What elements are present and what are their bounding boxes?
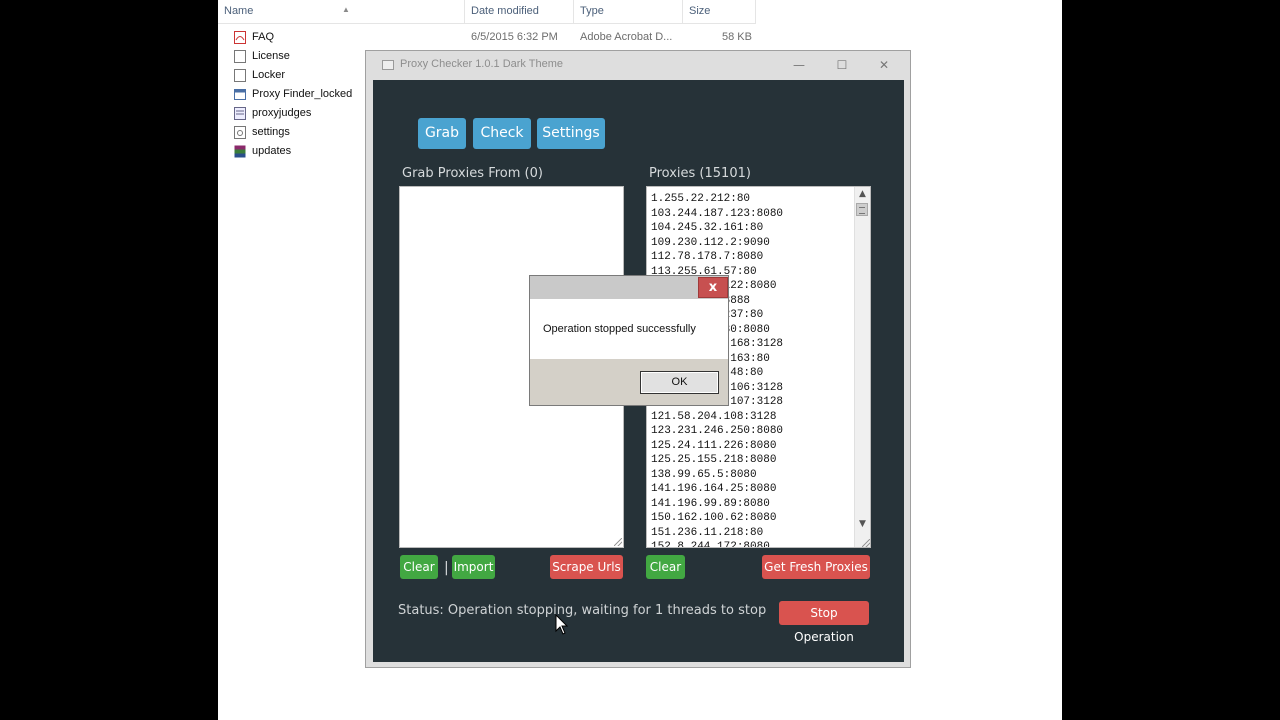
scroll-down-icon[interactable]: ▼	[855, 517, 870, 532]
text-file-icon	[234, 69, 246, 82]
clear-sources-button[interactable]: Clear	[400, 555, 438, 579]
tab-settings[interactable]: Settings	[537, 118, 605, 149]
close-button[interactable]: ✕	[863, 53, 905, 77]
get-fresh-proxies-button[interactable]: Get Fresh Proxies	[762, 555, 870, 579]
proxy-item: 104.245.32.161:80	[651, 222, 764, 234]
grab-sources-label: Grab Proxies From (0)	[402, 166, 543, 181]
tab-check[interactable]: Check	[473, 118, 531, 149]
proxy-item: 150.162.100.62:8080	[651, 512, 777, 524]
column-size[interactable]: Size	[683, 0, 756, 23]
dialog-titlebar[interactable]: x	[530, 276, 728, 299]
column-type[interactable]: Type	[574, 0, 683, 23]
dialog-close-button[interactable]: x	[698, 277, 728, 298]
column-headers: Name ▲ Date modified Type Size	[218, 0, 756, 24]
tab-grab[interactable]: Grab	[418, 118, 466, 149]
proxy-item: 1.255.22.212:80	[651, 193, 751, 205]
scroll-thumb[interactable]	[856, 203, 868, 216]
proxy-item: 152.8.244.172:8080	[651, 541, 770, 548]
app-window-icon	[234, 89, 246, 100]
proxy-item: 151.236.11.218:80	[651, 526, 764, 539]
sort-up-icon: ▲	[342, 5, 350, 14]
window-titlebar[interactable]: Proxy Checker 1.0.1 Dark Theme — ☐ ✕	[366, 51, 910, 79]
proxies-scrollbar[interactable]: ▲ ▼	[854, 187, 870, 547]
app-icon	[382, 60, 394, 70]
button-separator: |	[444, 560, 449, 576]
column-date-modified[interactable]: Date modified	[465, 0, 574, 23]
status-text: Status: Operation stopping, waiting for …	[398, 603, 767, 618]
dialog-content: Operation stopped successfully	[530, 299, 728, 359]
proxy-item: 125.24.111.226:8080	[651, 439, 777, 452]
proxy-item: 109.230.112.2:9090	[651, 236, 770, 249]
proxy-item: 103.244.187.123:8080	[651, 207, 784, 220]
config-file-icon	[234, 107, 246, 120]
column-name[interactable]: Name ▲	[218, 0, 465, 23]
mouse-cursor-icon	[555, 614, 569, 635]
import-button[interactable]: Import	[452, 555, 495, 579]
proxy-item: 121.58.204.108:3128	[651, 410, 777, 423]
settings-file-icon	[234, 126, 246, 139]
window-title: Proxy Checker 1.0.1 Dark Theme	[400, 58, 564, 70]
proxy-item: 138.99.65.5:8080	[651, 468, 757, 481]
stop-operation-button[interactable]: Stop Operation	[779, 601, 869, 644]
scroll-up-icon[interactable]: ▲	[855, 187, 870, 202]
message-dialog: x Operation stopped successfully OK	[529, 275, 729, 406]
proxy-item: 123.231.246.250:8080	[651, 425, 784, 437]
dialog-message: Operation stopped successfully	[543, 323, 696, 335]
archive-icon	[234, 145, 246, 158]
scrape-urls-button[interactable]: Scrape Urls	[550, 555, 623, 579]
clear-proxies-button[interactable]: Clear	[646, 555, 685, 579]
maximize-button[interactable]: ☐	[821, 53, 863, 77]
text-file-icon	[234, 50, 246, 63]
file-row[interactable]: FAQ 6/5/2015 6:32 PM Adobe Acrobat D... …	[232, 28, 752, 47]
proxy-item: 112.78.178.7:8080	[651, 251, 764, 263]
pdf-icon	[234, 31, 246, 44]
proxy-item: 125.25.155.218:8080	[651, 454, 777, 466]
proxy-item: 141.196.99.89:8080	[651, 497, 770, 510]
resize-grip-icon[interactable]	[614, 538, 622, 546]
proxies-label: Proxies (15101)	[649, 166, 751, 181]
minimize-button[interactable]: —	[778, 53, 820, 77]
dialog-ok-button[interactable]: OK	[640, 371, 719, 394]
proxy-item: 141.196.164.25:8080	[651, 483, 777, 495]
resize-grip-icon[interactable]	[862, 539, 870, 547]
